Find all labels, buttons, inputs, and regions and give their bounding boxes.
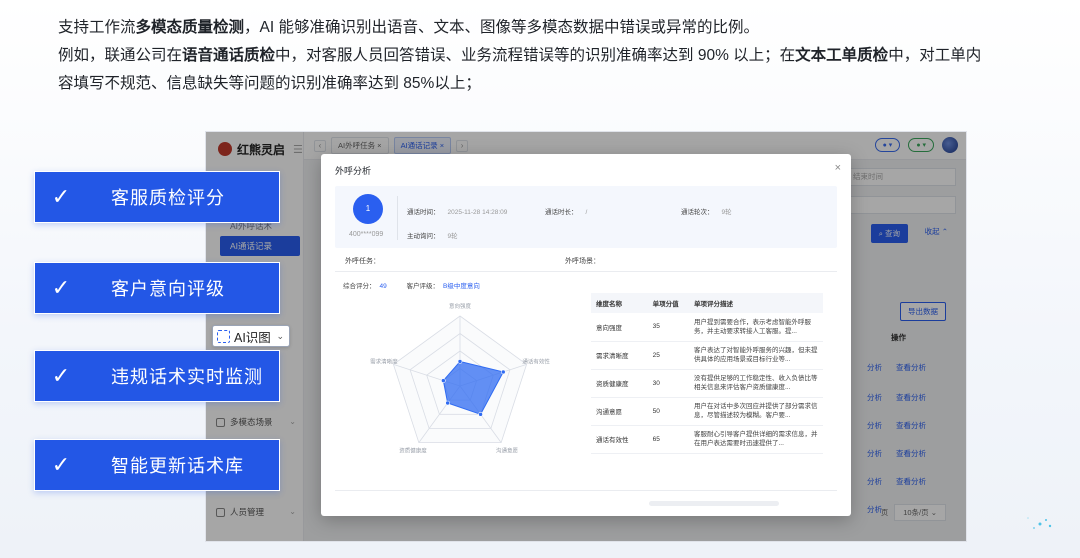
radar-point xyxy=(445,400,450,406)
dim-desc: 客户表达了对智能外呼服务的兴趣，但未提供具体的应用场景或目标行业等... xyxy=(689,341,823,370)
dim-score: 25 xyxy=(647,341,689,370)
score-row: 综合评分： 49 客户评级： B级中度意向 xyxy=(343,280,480,290)
radar-axis-label: 通话有效性 xyxy=(522,357,550,365)
dim-score: 35 xyxy=(647,313,689,342)
radar-point xyxy=(478,412,483,417)
check-icon: ✓ xyxy=(51,363,71,388)
radar-axis-label: 意向强度 xyxy=(449,302,472,310)
call-info-card: 1 400****099 通话时间： 2025-11-28 14:28:09 通话… xyxy=(335,186,837,248)
ai-recognition-dropdown[interactable]: AI识图 ⌄ xyxy=(212,325,290,347)
dim-desc: 客服耐心引导客户提供详细的需求信息，并在用户表达需要时迅速提供了... xyxy=(689,425,823,454)
table-row: 意向强度 35 用户提到需要合作，表示考虑智能外呼服务，并主动要求转接人工客服。提.… xyxy=(591,313,823,342)
dim-score: 65 xyxy=(647,425,689,454)
dim-name: 意向强度 xyxy=(591,313,648,342)
radar-axis-label: 需求清晰度 xyxy=(370,357,398,365)
table-row: 沟通意愿 50 用户在对话中多次回应并提供了部分需求信息，尽管描述较为模糊。客户要.… xyxy=(591,397,823,426)
dim-name: 需求清晰度 xyxy=(591,341,648,370)
active-ask: 主动询问： 9轮 xyxy=(407,233,458,240)
intro-line-3: 容填写不规范、信息缺失等问题的识别准确率达到 85%以上； xyxy=(58,75,481,92)
score-label: 综合评分： xyxy=(343,283,376,290)
col-header-score: 单项分值 xyxy=(647,293,689,313)
dim-desc: 用户在对话中多次回应并提供了部分需求信息，尽管描述较为模糊。客户要... xyxy=(689,397,823,426)
check-icon: ✓ xyxy=(51,452,71,477)
radar-point xyxy=(457,359,463,364)
col-header-name: 维度名称 xyxy=(591,293,648,313)
scrollbar[interactable] xyxy=(649,501,779,506)
feature-badge-violation-monitor: ✓ 违规话术实时监测 xyxy=(34,350,280,402)
close-icon[interactable]: × xyxy=(835,162,841,174)
modal-footer xyxy=(335,490,837,516)
table-row: 通话有效性 65 客服耐心引导客户提供详细的需求信息，并在用户表达需要时迅速提供了.… xyxy=(591,425,823,454)
check-icon: ✓ xyxy=(51,275,71,300)
call-rounds: 通话轮次： 9轮 xyxy=(681,209,732,216)
dim-desc: 没有提供足够的工作稳定性、收入负债比等相关信息来评估客户资质健康度... xyxy=(689,369,823,398)
col-header-desc: 单项评分描述 xyxy=(689,293,823,313)
radar-point xyxy=(441,378,446,383)
task-label: 外呼任务： xyxy=(345,258,380,265)
scan-icon xyxy=(217,329,230,343)
chevron-down-icon: ⌄ xyxy=(276,330,284,341)
scene-label: 外呼场景： xyxy=(565,258,600,265)
call-time: 通话时间： 2025-11-28 14:28:09 xyxy=(407,209,508,216)
call-duration: 通话时长： / xyxy=(545,209,588,216)
dim-name: 沟通意愿 xyxy=(591,397,648,426)
dim-score: 30 xyxy=(647,369,689,398)
radar-axis-label: 资质健康度 xyxy=(399,447,427,455)
score-value: 49 xyxy=(379,283,387,290)
table-row: 资质健康度 30 没有提供足够的工作稳定性、收入负债比等相关信息来评估客户资质健康度… xyxy=(591,369,823,398)
radar-axis-label: 沟通意愿 xyxy=(496,447,519,455)
check-icon: ✓ xyxy=(51,184,71,209)
call-index-badge: 1 xyxy=(353,194,383,224)
divider xyxy=(397,196,398,240)
dim-desc: 用户提到需要合作，表示考虑智能外呼服务，并主动要求转接人工客服。提... xyxy=(689,313,823,342)
feature-badge-intent-rating: ✓ 客户意向评级 xyxy=(34,262,280,314)
table-row: 需求清晰度 25 客户表达了对智能外呼服务的兴趣，但未提供具体的应用场景或目标行业等… xyxy=(591,341,823,370)
radar-chart: 意向强度通话有效性沟通意愿 资质健康度 需求清晰度 xyxy=(370,302,550,455)
modal-title: 外呼分析 xyxy=(335,166,372,176)
decorative-dots xyxy=(1027,517,1052,529)
rating-value: B级中度意向 xyxy=(443,283,480,290)
phone-number: 400****099 xyxy=(349,231,384,238)
dim-name: 通话有效性 xyxy=(591,425,648,454)
dim-score: 50 xyxy=(647,397,689,426)
dimension-table: 维度名称 单项分值 单项评分描述 意向强度 35 用户提到需要合作，表示考虑智能外呼… xyxy=(591,293,823,454)
feature-badge-script-update: ✓ 智能更新话术库 xyxy=(34,439,280,491)
task-scene-row: 外呼任务： 外呼场景： xyxy=(335,254,837,272)
intro-line-2: 例如，联通公司在语音通话质检中，对客服人员回答错误、业务流程错误等的识别准确率达… xyxy=(58,47,982,64)
dim-name: 资质健康度 xyxy=(591,369,648,398)
rating-label: 客户评级： xyxy=(406,283,440,290)
feature-badge-qc-score: ✓ 客服质检评分 xyxy=(34,171,280,223)
analysis-modal: 外呼分析 × 1 400****099 通话时间： 2025-11-28 14:2… xyxy=(321,154,851,516)
radar-point xyxy=(500,369,506,375)
intro-text: 支持工作流多模态质量检测，AI 能够准确识别出语音、文本、图像等多模态数据中错误… xyxy=(58,14,1058,98)
intro-line-1: 支持工作流多模态质量检测，AI 能够准确识别出语音、文本、图像等多模态数据中错误… xyxy=(58,19,759,36)
